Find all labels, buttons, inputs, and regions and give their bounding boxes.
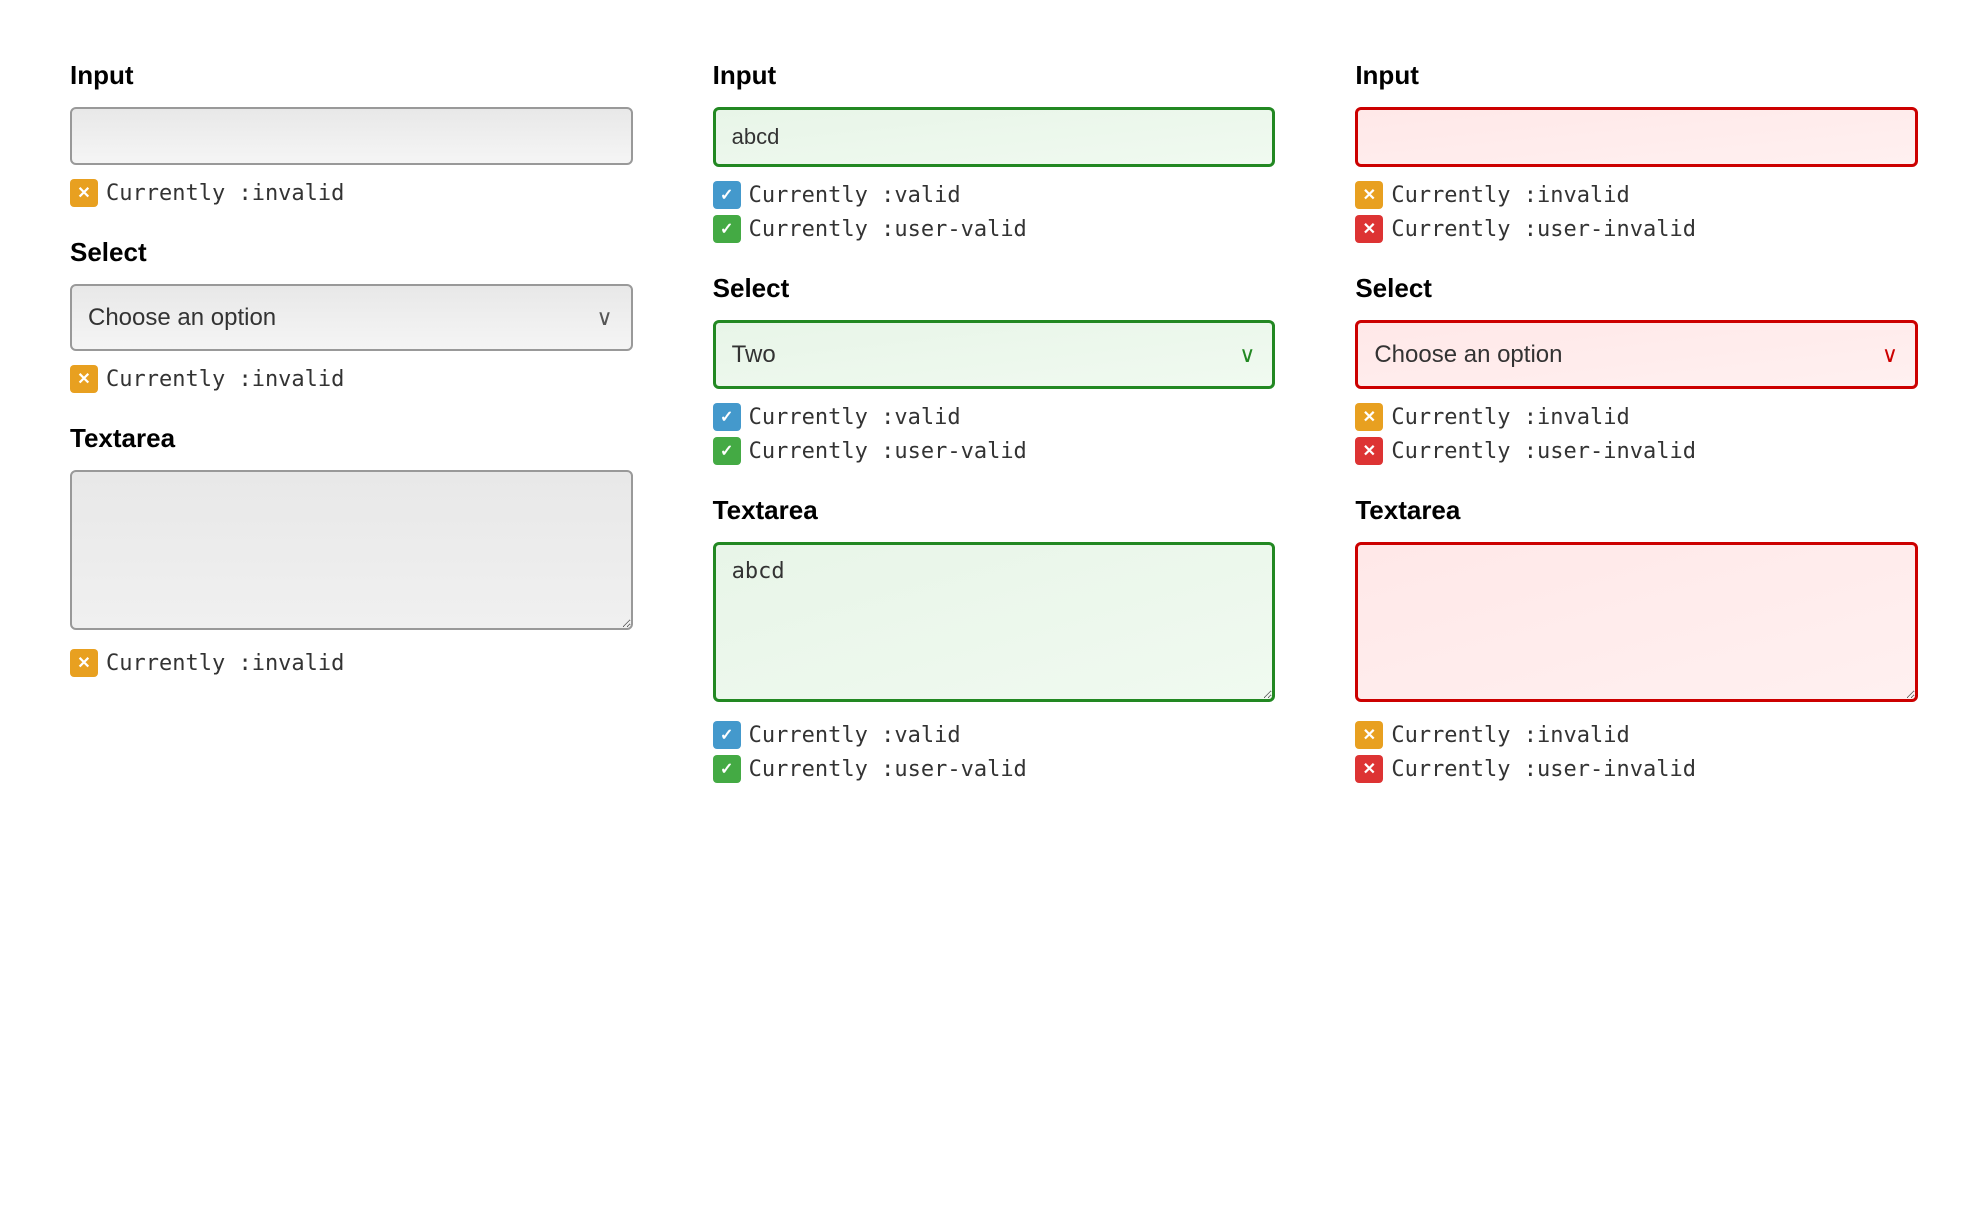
- badge-orange: ✕: [1355, 721, 1383, 749]
- status-item: ✓ Currently :valid: [713, 403, 1276, 431]
- status-text: Currently :invalid: [106, 651, 344, 676]
- select-field-invalid[interactable]: Choose an optionOneTwoThree: [1355, 320, 1918, 389]
- status-list-select-valid: ✓ Currently :valid ✓ Currently :user-valid: [713, 403, 1276, 465]
- input-field-invalid[interactable]: [1355, 107, 1918, 167]
- status-item: ✓ Currently :valid: [713, 721, 1276, 749]
- status-item: ✓ Currently :user-valid: [713, 755, 1276, 783]
- input-field-neutral[interactable]: [70, 107, 633, 165]
- badge-green: ✓: [713, 215, 741, 243]
- status-item: ✕ Currently :invalid: [70, 179, 633, 207]
- select-wrapper-invalid: Choose an optionOneTwoThree∨: [1355, 320, 1918, 389]
- status-item: ✓ Currently :user-valid: [713, 437, 1276, 465]
- badge-red: ✕: [1355, 755, 1383, 783]
- status-text: Currently :invalid: [106, 367, 344, 392]
- status-item: ✕ Currently :user-invalid: [1355, 437, 1918, 465]
- status-text: Currently :valid: [749, 405, 961, 430]
- select-wrapper-neutral: Choose an optionOneTwoThree∨: [70, 284, 633, 351]
- badge-orange: ✕: [1355, 181, 1383, 209]
- status-text: Currently :invalid: [1391, 723, 1629, 748]
- badge-blue: ✓: [713, 181, 741, 209]
- column-valid: Input ✓ Currently :valid ✓ Currently :user-v…: [673, 30, 1316, 853]
- input-field-valid[interactable]: [713, 107, 1276, 167]
- status-item: ✕ Currently :invalid: [1355, 721, 1918, 749]
- status-text: Currently :invalid: [106, 181, 344, 206]
- select-field-neutral[interactable]: Choose an optionOneTwoThree: [70, 284, 633, 351]
- main-grid: Input ✕ Currently :invalid Select Choose an …: [30, 30, 1958, 853]
- badge-green: ✓: [713, 437, 741, 465]
- badge-red: ✕: [1355, 437, 1383, 465]
- badge-blue: ✓: [713, 403, 741, 431]
- column-invalid: Input ✕ Currently :invalid ✕ Currently :user…: [1315, 30, 1958, 853]
- select-label-neutral: Select: [70, 237, 633, 268]
- select-wrapper-valid: Choose an optionOneTwoThree∨: [713, 320, 1276, 389]
- status-list-textarea-neutral: ✕ Currently :invalid: [70, 649, 633, 677]
- textarea-label-neutral: Textarea: [70, 423, 633, 454]
- select-label-invalid: Select: [1355, 273, 1918, 304]
- badge-green: ✓: [713, 755, 741, 783]
- badge-orange: ✕: [70, 649, 98, 677]
- status-list-input-valid: ✓ Currently :valid ✓ Currently :user-valid: [713, 181, 1276, 243]
- badge-orange: ✕: [1355, 403, 1383, 431]
- status-item: ✓ Currently :user-valid: [713, 215, 1276, 243]
- status-text: Currently :user-valid: [749, 439, 1027, 464]
- status-text: Currently :user-valid: [749, 757, 1027, 782]
- textarea-label-valid: Textarea: [713, 495, 1276, 526]
- textarea-field-neutral[interactable]: [70, 470, 633, 630]
- textarea-label-invalid: Textarea: [1355, 495, 1918, 526]
- status-list-textarea-invalid: ✕ Currently :invalid ✕ Currently :user-inva…: [1355, 721, 1918, 783]
- textarea-field-invalid[interactable]: [1355, 542, 1918, 702]
- status-item: ✕ Currently :invalid: [1355, 181, 1918, 209]
- column-neutral: Input ✕ Currently :invalid Select Choose an …: [30, 30, 673, 853]
- status-item: ✕ Currently :invalid: [70, 365, 633, 393]
- status-item: ✕ Currently :user-invalid: [1355, 215, 1918, 243]
- status-text: Currently :valid: [749, 183, 961, 208]
- status-item: ✓ Currently :valid: [713, 181, 1276, 209]
- status-list-select-neutral: ✕ Currently :invalid: [70, 365, 633, 393]
- select-label-valid: Select: [713, 273, 1276, 304]
- status-text: Currently :invalid: [1391, 183, 1629, 208]
- status-list-input-invalid: ✕ Currently :invalid ✕ Currently :user-inva…: [1355, 181, 1918, 243]
- badge-blue: ✓: [713, 721, 741, 749]
- input-label-neutral: Input: [70, 60, 633, 91]
- input-label-invalid: Input: [1355, 60, 1918, 91]
- status-text: Currently :invalid: [1391, 405, 1629, 430]
- status-list-textarea-valid: ✓ Currently :valid ✓ Currently :user-valid: [713, 721, 1276, 783]
- status-text: Currently :user-invalid: [1391, 217, 1696, 242]
- status-list-input-neutral: ✕ Currently :invalid: [70, 179, 633, 207]
- badge-orange: ✕: [70, 365, 98, 393]
- textarea-field-valid[interactable]: [713, 542, 1276, 702]
- badge-orange: ✕: [70, 179, 98, 207]
- badge-red: ✕: [1355, 215, 1383, 243]
- status-item: ✕ Currently :invalid: [70, 649, 633, 677]
- status-item: ✕ Currently :user-invalid: [1355, 755, 1918, 783]
- status-text: Currently :valid: [749, 723, 961, 748]
- select-field-valid[interactable]: Choose an optionOneTwoThree: [713, 320, 1276, 389]
- status-text: Currently :user-invalid: [1391, 439, 1696, 464]
- input-label-valid: Input: [713, 60, 1276, 91]
- status-text: Currently :user-invalid: [1391, 757, 1696, 782]
- status-item: ✕ Currently :invalid: [1355, 403, 1918, 431]
- status-text: Currently :user-valid: [749, 217, 1027, 242]
- status-list-select-invalid: ✕ Currently :invalid ✕ Currently :user-inva…: [1355, 403, 1918, 465]
